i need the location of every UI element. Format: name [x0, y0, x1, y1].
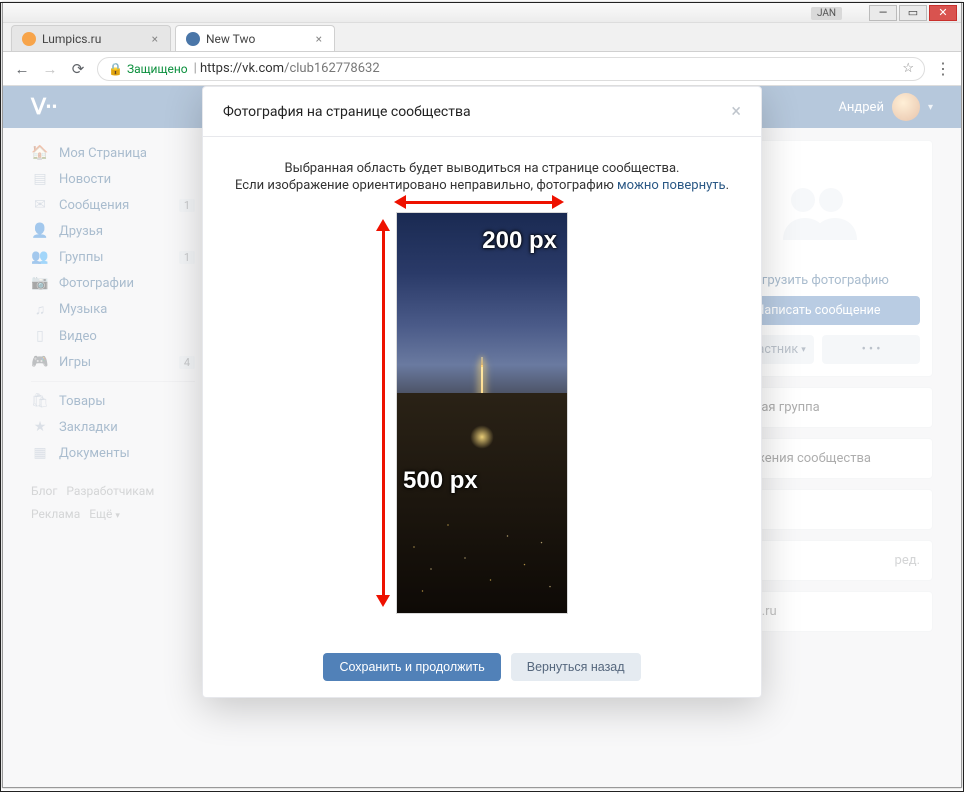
url-input[interactable]: 🔒 Защищено | https://vk.com/club16277863… — [97, 57, 925, 81]
tab-title: New Two — [206, 32, 255, 46]
secure-badge: 🔒 Защищено — [108, 62, 188, 76]
tab-close-icon[interactable]: × — [314, 32, 324, 46]
window-maximize-button[interactable]: ▭ — [899, 5, 927, 21]
nav-reload-icon[interactable]: ⟳ — [69, 60, 87, 78]
modal-text-2: Если изображение ориентировано неправиль… — [231, 178, 733, 193]
address-bar: ← → ⟳ 🔒 Защищено | https://vk.com/club16… — [3, 52, 961, 86]
tab-strip: Lumpics.ru × New Two × — [3, 23, 961, 52]
modal-header: Фотография на странице сообщества × — [203, 87, 761, 137]
crop-stage: 200 px 500 px — [372, 213, 592, 613]
width-arrow — [394, 195, 564, 209]
browser-window: JAN — ▭ ✕ Lumpics.ru × New Two × ← → ⟳ 🔒… — [2, 2, 962, 788]
photo-crop-modal: Фотография на странице сообщества × Выбр… — [202, 86, 762, 698]
height-label: 500 px — [403, 467, 478, 495]
browser-tab-newtwo[interactable]: New Two × — [175, 25, 335, 51]
url-host: https://vk.com — [200, 61, 284, 76]
jan-pill: JAN — [811, 7, 842, 20]
tab-close-icon[interactable]: × — [150, 32, 160, 46]
nav-forward-icon[interactable]: → — [41, 60, 59, 78]
close-icon[interactable]: × — [731, 101, 741, 122]
crop-image[interactable]: 200 px 500 px — [397, 213, 567, 613]
favicon-icon — [186, 32, 200, 46]
browser-tab-lumpics[interactable]: Lumpics.ru × — [11, 25, 171, 51]
modal-text-1: Выбранная область будет выводиться на ст… — [231, 161, 733, 176]
go-back-button[interactable]: Вернуться назад — [511, 653, 641, 681]
lock-icon: 🔒 — [108, 62, 123, 76]
rotate-link[interactable]: можно повернуть — [617, 178, 726, 193]
window-close-button[interactable]: ✕ — [929, 5, 957, 21]
modal-overlay: Фотография на странице сообщества × Выбр… — [3, 86, 961, 787]
height-arrow — [376, 219, 390, 607]
width-label: 200 px — [482, 227, 557, 255]
favicon-icon — [22, 32, 36, 46]
modal-body: Выбранная область будет выводиться на ст… — [203, 137, 761, 637]
url-path: /club162778632 — [284, 61, 380, 76]
vk-page: Ⅴ⋅⋅ Андрей ▾ 🏠Моя Страница▤Новости✉Сообщ… — [3, 86, 961, 787]
browser-menu-icon[interactable]: ⋮ — [935, 59, 951, 78]
nav-back-icon[interactable]: ← — [13, 60, 31, 78]
modal-actions: Сохранить и продолжить Вернуться назад — [203, 637, 761, 697]
window-minimize-button[interactable]: — — [869, 5, 897, 21]
save-continue-button[interactable]: Сохранить и продолжить — [323, 653, 500, 681]
secure-label: Защищено — [127, 62, 188, 76]
bookmark-star-icon[interactable]: ☆ — [902, 61, 914, 76]
tab-title: Lumpics.ru — [42, 32, 101, 46]
modal-title: Фотография на странице сообщества — [223, 104, 471, 120]
